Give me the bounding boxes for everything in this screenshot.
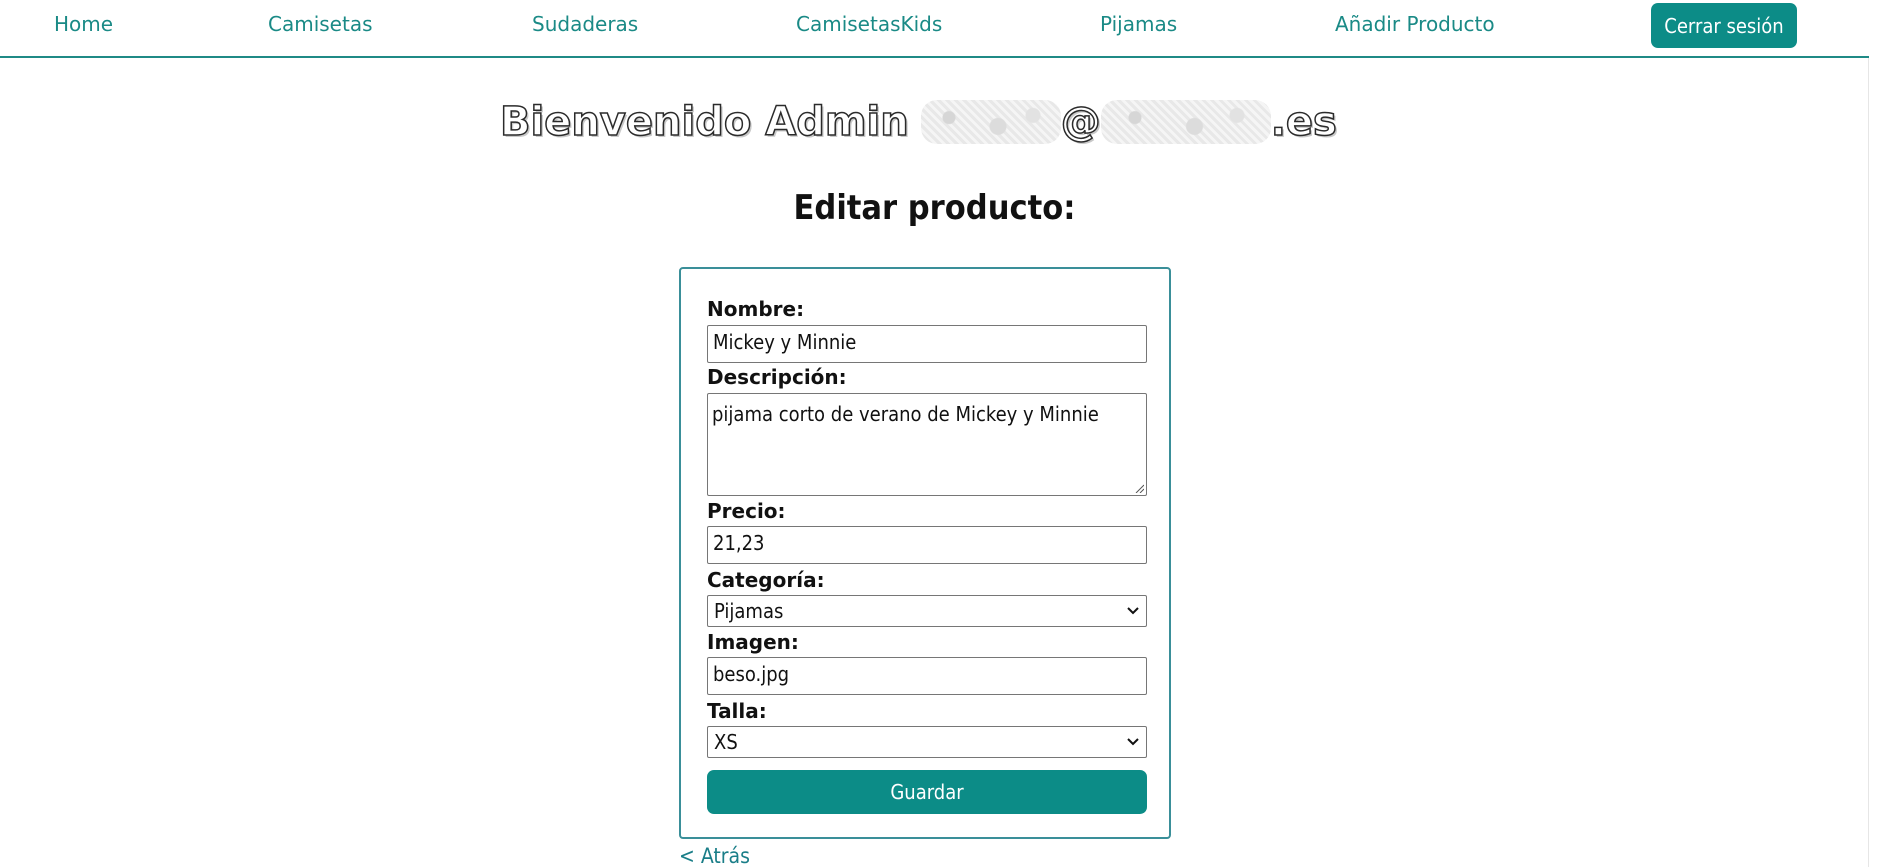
price-input[interactable]: 21,23: [707, 526, 1147, 564]
category-select[interactable]: Pijamas: [707, 595, 1147, 627]
redacted-email-user: [920, 100, 1061, 144]
description-textarea[interactable]: pijama corto de verano de Mickey y Minni…: [707, 393, 1147, 496]
email-at-sign: @: [1060, 98, 1102, 146]
back-link[interactable]: < Atrás: [679, 846, 750, 867]
image-input[interactable]: beso.jpg: [707, 657, 1147, 695]
description-label: Descripción:: [707, 365, 847, 389]
resize-handle-icon[interactable]: [1134, 483, 1144, 493]
size-selected-value: XS: [714, 730, 738, 754]
nav-link-sudaderas[interactable]: Sudaderas: [532, 12, 638, 36]
nav-link-home[interactable]: Home: [54, 12, 113, 36]
chevron-down-icon: [1127, 607, 1139, 615]
nav-link-camisetaskids[interactable]: CamisetasKids: [796, 12, 942, 36]
category-selected-value: Pijamas: [714, 599, 784, 623]
size-select[interactable]: XS: [707, 726, 1147, 758]
chevron-down-icon: [1127, 738, 1139, 746]
edit-product-form: Nombre: Mickey y Minnie Descripción: pij…: [679, 267, 1171, 839]
email-suffix: .es: [1270, 98, 1338, 146]
name-input[interactable]: Mickey y Minnie: [707, 325, 1147, 363]
redacted-email-domain: [1100, 100, 1271, 144]
page-title: Editar producto:: [793, 188, 1076, 228]
save-button[interactable]: Guardar: [707, 770, 1147, 814]
price-label: Precio:: [707, 499, 786, 523]
nav-link-pijamas[interactable]: Pijamas: [1100, 12, 1177, 36]
welcome-prefix: Bienvenido Admin: [499, 98, 909, 146]
top-navbar: Home Camisetas Sudaderas CamisetasKids P…: [0, 0, 1869, 58]
welcome-banner: Bienvenido Admin @ .es: [499, 94, 1360, 150]
logout-button[interactable]: Cerrar sesión: [1651, 3, 1797, 48]
page-scrollbar[interactable]: [1868, 0, 1877, 867]
category-label: Categoría:: [707, 568, 825, 592]
description-text: pijama corto de verano de Mickey y Minni…: [712, 402, 1099, 426]
image-label: Imagen:: [707, 630, 799, 654]
name-label: Nombre:: [707, 297, 805, 321]
nav-link-camisetas[interactable]: Camisetas: [268, 12, 373, 36]
size-label: Talla:: [707, 699, 767, 723]
nav-link-add-product[interactable]: Añadir Producto: [1335, 12, 1495, 36]
